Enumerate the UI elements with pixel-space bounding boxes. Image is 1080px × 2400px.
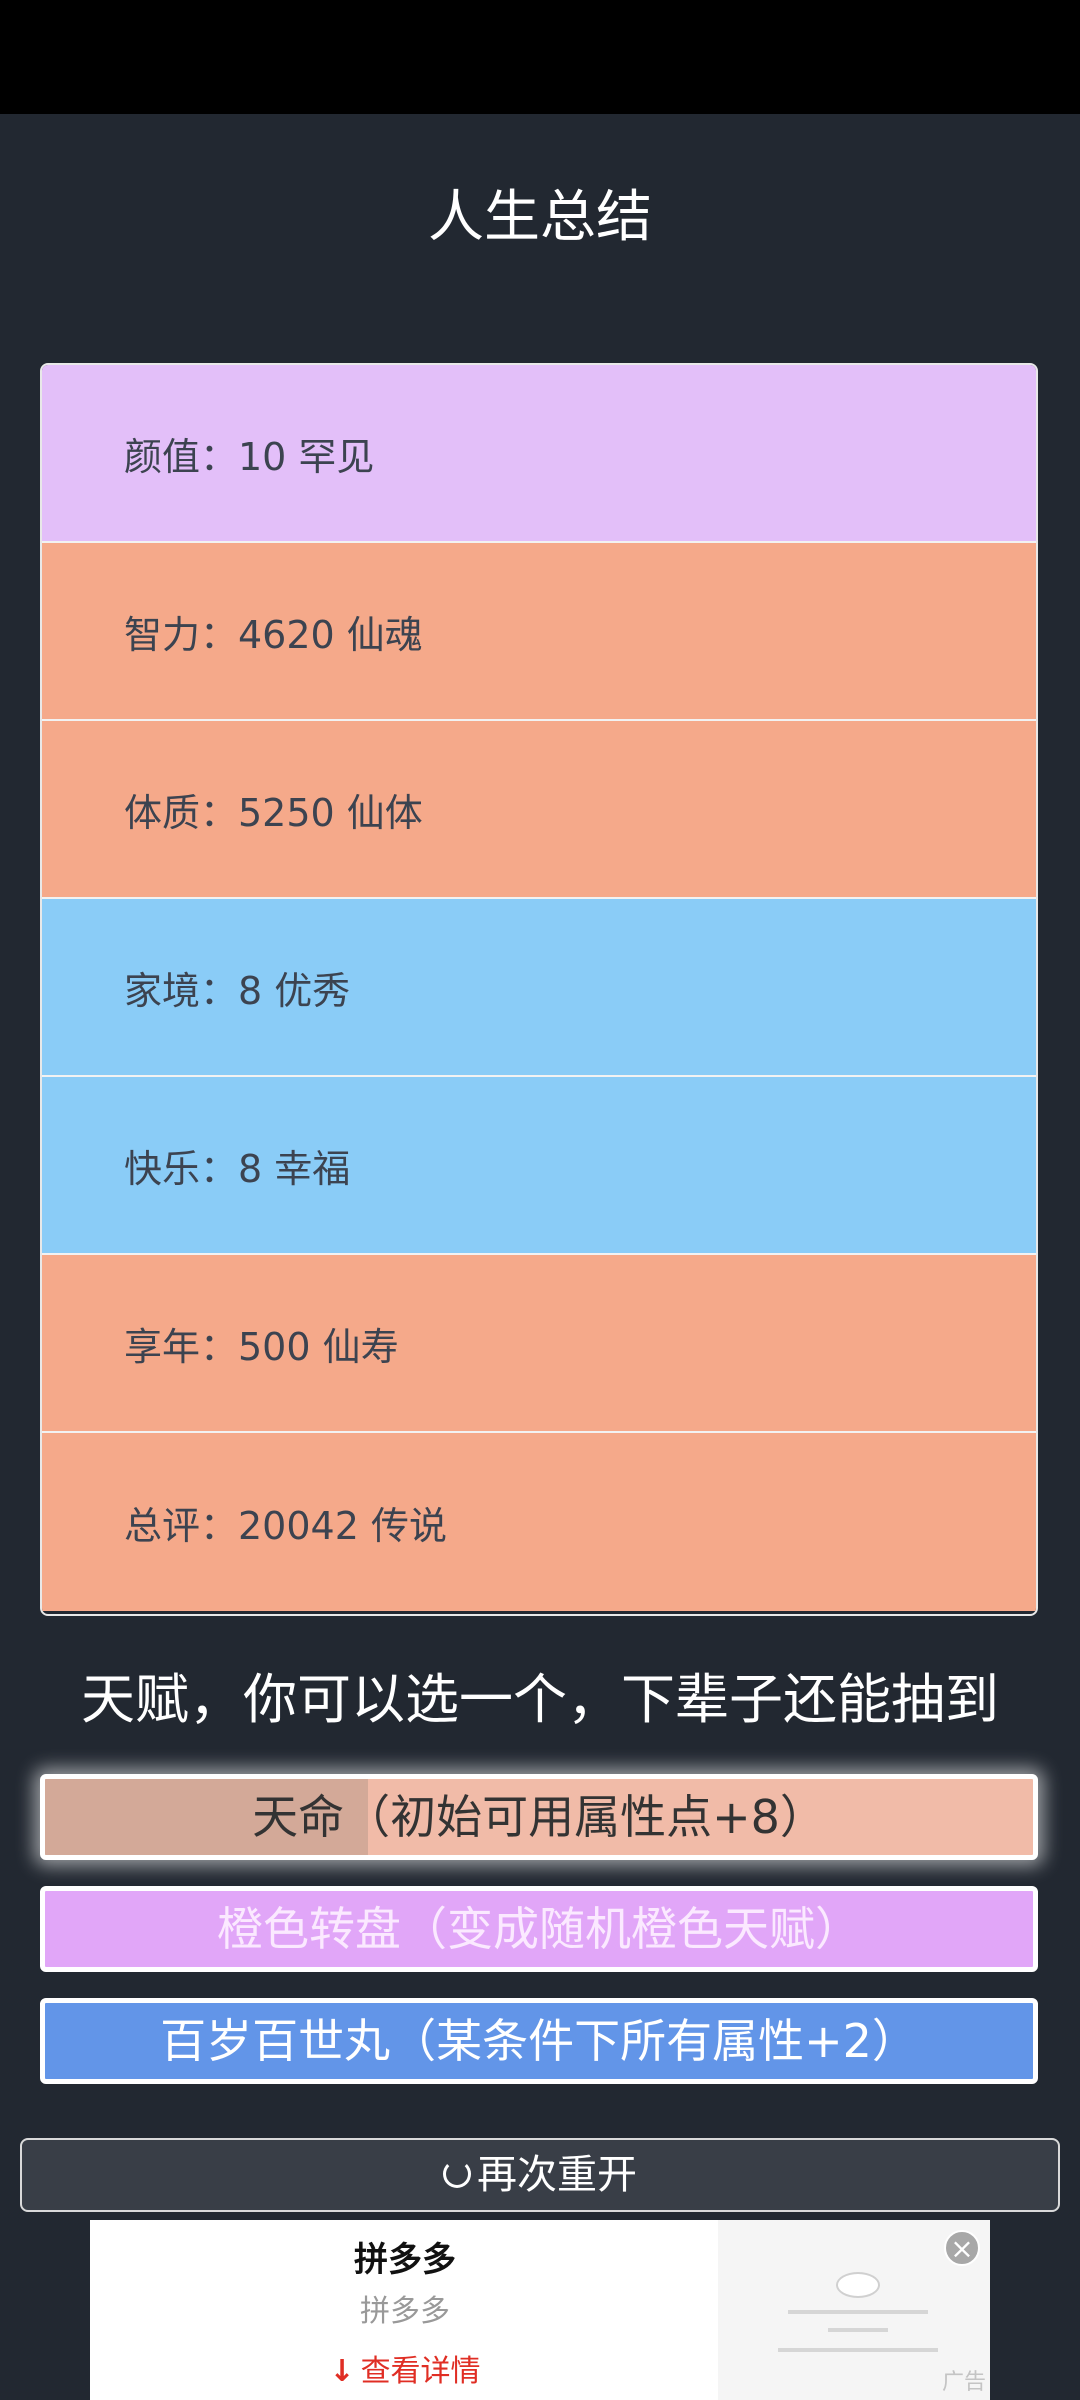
summary-row-lifespan: 享年：500 仙寿 [42,1255,1036,1433]
preview-line [778,2348,938,2352]
summary-row-appearance: 颜值：10 罕见 [42,365,1036,543]
summary-row-label: 智力：4620 仙魂 [124,612,423,657]
summary-row-label: 体质：5250 仙体 [124,790,423,835]
close-icon[interactable]: × [944,2230,980,2266]
talent-option-centenarian-pill[interactable]: 百岁百世丸（某条件下所有属性+2） [40,1998,1038,2084]
ad-subtitle: 拼多多 [360,2294,450,2329]
summary-row-label: 总评：20042 传说 [124,1503,447,1548]
ad-cta-label: 查看详情 [360,2354,481,2389]
summary-row-overall: 总评：20042 传说 [42,1433,1036,1611]
summary-row-family: 家境：8 优秀 [42,899,1036,1077]
preview-line [828,2328,888,2332]
summary-row-label: 颜值：10 罕见 [124,434,375,479]
summary-row-intelligence: 智力：4620 仙魂 [42,543,1036,721]
refresh-icon [443,2160,471,2188]
summary-row-label: 快乐：8 幸福 [124,1146,351,1191]
talent-heading: 天赋，你可以选一个，下辈子还能抽到 [81,1668,999,1731]
talent-option-label: 橙色转盘（变成随机橙色天赋） [217,1902,861,1956]
status-bar [0,0,1080,114]
summary-row-happiness: 快乐：8 幸福 [42,1077,1036,1255]
preview-shape [836,2272,880,2298]
summary-row-label: 家境：8 优秀 [124,968,351,1013]
ad-label: 广告 [941,2370,986,2395]
restart-button[interactable]: 再次重开 [20,2138,1060,2212]
life-summary-table: 颜值：10 罕见 智力：4620 仙魂 体质：5250 仙体 家境：8 优秀 快… [40,363,1038,1616]
ad-banner[interactable]: 拼多多 拼多多 ↓ 查看详情 × 广告 [90,2220,990,2400]
talent-option-orange-wheel[interactable]: 橙色转盘（变成随机橙色天赋） [40,1886,1038,1972]
talent-option-label: 百岁百世丸（某条件下所有属性+2） [160,2014,918,2068]
ad-cta-link[interactable]: ↓ 查看详情 [90,2346,720,2390]
restart-button-label: 再次重开 [477,2152,637,2198]
summary-row-constitution: 体质：5250 仙体 [42,721,1036,899]
ad-title: 拼多多 [354,2240,456,2280]
talent-option-label: 天命（初始可用属性点+8） [252,1790,826,1844]
download-arrow-icon: ↓ [329,2354,355,2389]
page-title: 人生总结 [428,185,652,250]
preview-line [788,2310,928,2314]
talent-option-tianming[interactable]: 天命（初始可用属性点+8） [40,1774,1038,1860]
summary-row-label: 享年：500 仙寿 [124,1324,399,1369]
